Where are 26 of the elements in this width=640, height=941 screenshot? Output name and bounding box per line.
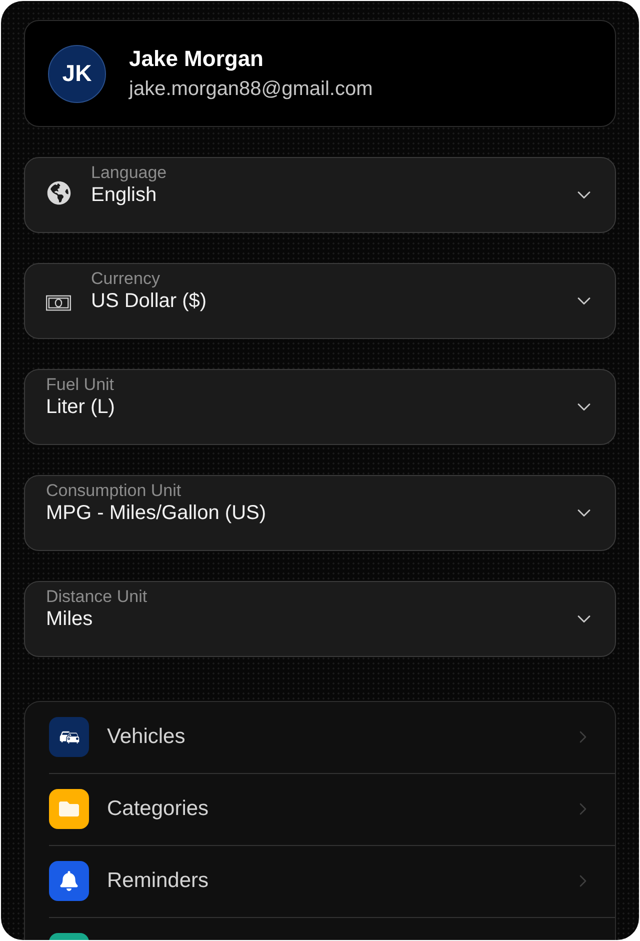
field-label: Fuel Unit xyxy=(46,374,115,395)
field-label: Language xyxy=(91,162,167,183)
profile-email: jake.morgan88@gmail.com xyxy=(129,76,373,102)
banknote-icon xyxy=(46,295,71,311)
dropdown-field[interactable]: Fuel Unit Liter (L) xyxy=(24,369,616,445)
selected-value: English xyxy=(91,183,158,208)
folder-icon xyxy=(59,799,79,819)
globe-icon xyxy=(46,181,70,205)
dropdown-field[interactable]: Consumption Unit MPG - Miles/Gallon (US) xyxy=(24,475,616,551)
bell-icon xyxy=(59,871,79,891)
dropdown-field[interactable]: Language English xyxy=(24,157,616,233)
menu-item[interactable]: Categories xyxy=(49,774,615,846)
dropdown-field[interactable]: Distance Unit Miles xyxy=(24,581,616,657)
two-cars-icon xyxy=(58,730,80,744)
menu-item[interactable]: Reminders xyxy=(49,846,615,918)
selected-value: Miles xyxy=(46,607,94,632)
field-label: Distance Unit xyxy=(46,586,148,607)
dropdown-field[interactable]: Currency US Dollar ($) xyxy=(24,263,616,339)
menu-item[interactable]: Vehicles xyxy=(49,702,615,774)
selected-value: US Dollar ($) xyxy=(91,289,207,314)
selected-value: MPG - Miles/Gallon (US) xyxy=(46,501,266,526)
field-label: Currency xyxy=(91,268,161,289)
avatar: JK xyxy=(48,44,106,102)
selected-value: Liter (L) xyxy=(46,395,115,420)
profile-name: Jake Morgan xyxy=(129,46,264,72)
field-label: Consumption Unit xyxy=(46,480,182,501)
